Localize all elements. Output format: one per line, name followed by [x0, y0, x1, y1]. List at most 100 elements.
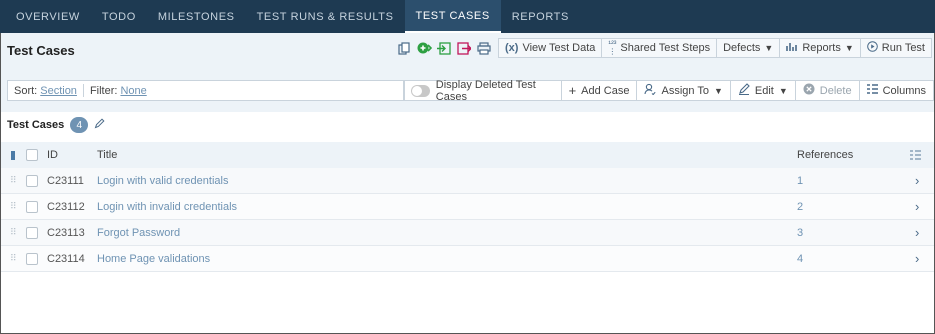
header-actions: (x) View Test Data ¹²³ ⋮ Shared Test Step…: [394, 37, 932, 59]
columns-button[interactable]: Columns: [859, 80, 934, 101]
edit-label: Edit: [754, 84, 774, 97]
select-all-checkbox[interactable]: [26, 149, 38, 161]
plus-icon: +: [568, 83, 577, 98]
case-id: C23113: [47, 226, 85, 239]
edit-dropdown[interactable]: Edit ▼: [730, 80, 796, 101]
run-test-label: Run Test: [881, 42, 925, 54]
tab-todo[interactable]: TODO: [91, 0, 147, 33]
add-case-button[interactable]: + Add Case: [561, 80, 638, 101]
delete-label: Delete: [819, 84, 852, 97]
column-header-id[interactable]: ID: [47, 149, 58, 161]
case-id: C23112: [47, 200, 85, 213]
chevron-down-icon: ▼: [778, 85, 788, 96]
shared-test-steps-button[interactable]: ¹²³ ⋮ Shared Test Steps: [602, 38, 718, 58]
columns-icon: [866, 84, 878, 97]
display-deleted-label: Display Deleted Test Cases: [435, 78, 536, 103]
add-case-icon[interactable]: [414, 38, 434, 58]
row-checkbox[interactable]: [26, 174, 38, 187]
tab-test-runs-results[interactable]: TEST RUNS & RESULTS: [246, 0, 405, 33]
reference-link[interactable]: 3: [797, 227, 803, 239]
table-body: ⠿ C23111 Login with valid credentials 1 …: [1, 168, 934, 272]
sort-label: Sort:: [14, 84, 38, 97]
tab-test-cases[interactable]: TEST CASES: [404, 0, 501, 33]
columns-label: Columns: [882, 84, 926, 97]
case-actions: Display Deleted Test Cases + Add Case As…: [404, 78, 934, 103]
pencil-icon: [738, 83, 750, 98]
tab-overview[interactable]: OVERVIEW: [5, 0, 91, 33]
display-deleted-toggle-group: Display Deleted Test Cases: [404, 78, 562, 103]
table-row[interactable]: ⠿ C23111 Login with valid credentials 1 …: [1, 168, 934, 194]
chevron-down-icon: ▼: [764, 43, 774, 53]
columns-icon[interactable]: [910, 150, 921, 163]
table-row[interactable]: ⠿ C23113 Forgot Password 3 ›: [1, 220, 934, 246]
toolbar: Sort: Section Filter: None Display Delet…: [1, 67, 934, 112]
defects-label: Defects: [723, 42, 761, 54]
display-deleted-toggle[interactable]: [411, 84, 430, 97]
case-count-badge: 4: [70, 117, 89, 133]
chevron-right-icon[interactable]: ›: [915, 225, 919, 240]
case-title-link[interactable]: Login with valid credentials: [97, 175, 228, 187]
column-header-title[interactable]: Title: [97, 149, 117, 161]
case-title-link[interactable]: Forgot Password: [97, 227, 180, 239]
delete-button[interactable]: Delete: [795, 80, 860, 101]
reference-link[interactable]: 1: [797, 175, 803, 187]
assign-to-dropdown[interactable]: Assign To ▼: [637, 80, 731, 101]
filter-label: Filter:: [89, 84, 118, 97]
view-test-data-button[interactable]: (x) View Test Data: [498, 38, 603, 58]
shared-test-steps-label: Shared Test Steps: [620, 42, 711, 54]
export-icon[interactable]: [454, 38, 474, 58]
table-row[interactable]: ⠿ C23114 Home Page validations 4 ›: [1, 246, 934, 272]
chevron-down-icon: ▼: [844, 43, 854, 53]
tab-reports[interactable]: REPORTS: [501, 0, 580, 33]
run-test-button[interactable]: Run Test: [860, 38, 932, 58]
case-id: C23114: [47, 252, 85, 265]
table-row[interactable]: ⠿ C23112 Login with invalid credentials …: [1, 194, 934, 220]
page-header: Test Cases (x) View Test Data ¹²³ ⋮ Share…: [1, 33, 934, 67]
page-title: Test Cases: [7, 42, 75, 58]
assign-user-icon: [644, 83, 657, 98]
section-title: Test Cases: [7, 119, 65, 131]
reference-link[interactable]: 4: [797, 253, 803, 265]
drag-handle-icon[interactable]: ⠿: [10, 253, 17, 264]
copy-icon[interactable]: [394, 38, 414, 58]
chevron-right-icon[interactable]: ›: [915, 199, 919, 214]
chevron-right-icon[interactable]: ›: [915, 251, 919, 266]
sort-filter-bar: Sort: Section Filter: None: [7, 80, 404, 101]
steps-icon: ¹²³ ⋮: [608, 39, 617, 56]
add-case-label: Add Case: [581, 84, 630, 97]
row-checkbox[interactable]: [26, 226, 38, 239]
row-checkbox[interactable]: [26, 200, 38, 213]
reports-label: Reports: [802, 42, 841, 54]
tab-milestones[interactable]: MILESTONES: [147, 0, 246, 33]
case-title-link[interactable]: Home Page validations: [97, 253, 210, 265]
filter-value-link[interactable]: None: [120, 85, 146, 97]
play-circle-icon: [866, 41, 878, 55]
delete-circle-icon: [803, 83, 815, 98]
view-test-data-label: View Test Data: [522, 42, 596, 54]
table-header: ID Title References: [1, 142, 934, 168]
divider: [82, 84, 84, 97]
drag-handle-icon[interactable]: ⠿: [10, 227, 17, 238]
bar-chart-icon: [786, 42, 798, 55]
section-heading: Test Cases 4: [7, 116, 105, 134]
variable-icon: (x): [505, 42, 519, 54]
column-header-references[interactable]: References: [797, 149, 853, 161]
reference-link[interactable]: 2: [797, 201, 803, 213]
row-checkbox[interactable]: [26, 252, 38, 265]
top-nav: OVERVIEW TODO MILESTONES TEST RUNS & RES…: [0, 0, 935, 33]
edit-section-icon[interactable]: [94, 118, 105, 132]
sort-value-link[interactable]: Section: [40, 85, 77, 97]
reports-dropdown[interactable]: Reports ▼: [780, 38, 861, 58]
section-marker: [11, 150, 15, 160]
test-cases-table: ID Title References ⠿ C23111 Login with …: [1, 142, 934, 272]
drag-handle-icon[interactable]: ⠿: [10, 175, 17, 186]
import-icon[interactable]: [434, 38, 454, 58]
chevron-down-icon: ▼: [713, 85, 723, 96]
drag-handle-icon[interactable]: ⠿: [10, 201, 17, 212]
case-id: C23111: [47, 174, 84, 187]
case-title-link[interactable]: Login with invalid credentials: [97, 201, 237, 213]
chevron-right-icon[interactable]: ›: [915, 173, 919, 188]
print-icon[interactable]: [474, 38, 494, 58]
defects-dropdown[interactable]: Defects ▼: [717, 38, 781, 58]
assign-to-label: Assign To: [661, 84, 709, 97]
